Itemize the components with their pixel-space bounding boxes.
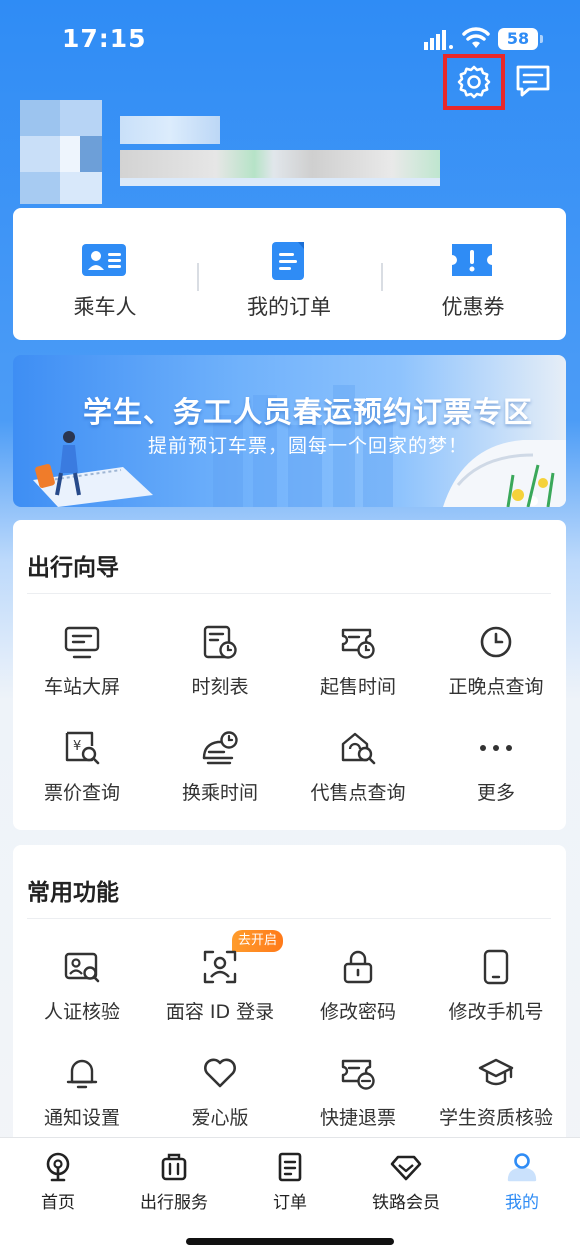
guide-item-agency-query[interactable]: 代售点查询 [289,730,427,826]
guide-item-label: 更多 [476,782,515,804]
function-item-quick-refund[interactable]: 快捷退票 [289,1055,427,1145]
travel-guide-section: 出行向导 车站大屏 时刻表 起售时间 正晚点查询 ¥ 票价查询 换乘时间 代售点… [13,520,566,830]
station-screen-icon [64,626,100,659]
divider [27,593,551,594]
home-indicator [186,1238,394,1245]
battery-indicator: 58 [498,28,543,50]
function-item-student-verify[interactable]: 学生资质核验 [427,1055,565,1145]
function-item-label: 爱心版 [191,1107,249,1129]
tab-label: 铁路会员 [372,1193,440,1213]
section-title: 出行向导 [27,555,119,581]
guide-item-station-screen[interactable]: 车站大屏 [13,624,151,720]
function-item-id-verify[interactable]: 人证核验 [13,949,151,1045]
function-item-label: 快捷退票 [319,1107,396,1129]
guide-item-label: 正晚点查询 [448,676,544,698]
tab-label: 订单 [273,1193,307,1213]
sale-time-icon [341,628,375,659]
quick-actions-card: 乘车人 我的订单 优惠券 [13,208,566,340]
passenger-button[interactable]: 乘车人 [13,208,197,340]
guide-item-delay-query[interactable]: 正晚点查询 [427,624,565,720]
banner-title: 学生、务工人员春运预约订票专区 [82,395,533,429]
refund-ticket-icon [341,1059,375,1090]
guide-item-label: 票价查询 [43,782,120,804]
agency-search-icon [341,732,376,765]
guide-item-timetable[interactable]: 时刻表 [151,624,289,720]
user-info-blurred [120,150,440,180]
home-train-icon [46,1152,70,1182]
tab-label: 出行服务 [140,1193,208,1213]
tab-travel-services[interactable]: 出行服务 [116,1138,232,1228]
heart-icon [204,1058,236,1088]
function-item-label: 修改手机号 [448,1001,544,1023]
guide-item-label: 车站大屏 [43,676,120,698]
phone-icon [483,949,509,985]
order-doc-icon [272,242,304,280]
divider [27,918,551,919]
lock-icon [343,950,373,984]
avatar[interactable] [20,100,102,204]
coupon-icon [452,244,492,276]
more-icon [480,745,512,751]
status-time: 17:15 [62,24,147,53]
banner-subtitle: 提前预订车票，圆每一个回家的梦！ [147,435,468,457]
username-blurred [120,116,220,144]
settings-button[interactable] [443,54,505,110]
fare-search-icon: ¥ [65,731,100,765]
tab-mine[interactable]: 我的 [464,1138,580,1228]
bell-icon [66,1059,98,1089]
tab-label: 我的 [505,1193,539,1213]
luggage-icon [161,1153,187,1181]
quick-action-label: 乘车人 [73,295,137,319]
function-item-label: 人证核验 [43,1001,120,1023]
message-button[interactable] [510,58,556,104]
face-id-icon [203,950,237,984]
function-item-face-id[interactable]: 面容 ID 登录 [151,949,289,1045]
tab-home[interactable]: 首页 [0,1138,116,1228]
guide-item-label: 时刻表 [191,676,249,698]
message-icon [516,65,550,97]
person-icon [507,1153,537,1182]
user-info-blurred-tail [120,178,440,186]
diamond-icon [390,1155,422,1181]
function-item-change-phone[interactable]: 修改手机号 [427,949,565,1045]
graduation-cap-icon [478,1058,514,1086]
transfer-time-icon [202,731,238,765]
clock-icon [480,626,512,658]
tab-railway-member[interactable]: 铁路会员 [348,1138,464,1228]
function-item-care-mode[interactable]: 爱心版 [151,1055,289,1145]
guide-item-sale-time[interactable]: 起售时间 [289,624,427,720]
guide-item-label: 起售时间 [319,676,396,698]
cellular-signal-icon [424,30,453,50]
order-icon [278,1152,302,1182]
guide-item-label: 换乘时间 [181,782,258,804]
passenger-card-icon [82,244,126,276]
guide-item-more[interactable]: 更多 [427,730,565,826]
tab-orders[interactable]: 订单 [232,1138,348,1228]
function-item-label: 修改密码 [319,1001,396,1023]
section-title: 常用功能 [27,880,119,906]
status-bar: 17:15 58 [0,0,580,60]
guide-item-fare-query[interactable]: ¥ 票价查询 [13,730,151,826]
function-item-label: 学生资质核验 [438,1107,553,1129]
coupons-button[interactable]: 优惠券 [381,208,565,340]
timetable-icon [203,625,237,659]
function-item-notifications[interactable]: 通知设置 [13,1055,151,1145]
tab-label: 首页 [41,1193,75,1213]
function-item-change-password[interactable]: 修改密码 [289,949,427,1045]
gear-icon [457,65,491,99]
function-item-label: 通知设置 [43,1107,120,1129]
spring-festival-banner[interactable]: 学生、务工人员春运预约订票专区 提前预订车票，圆每一个回家的梦！ [13,355,566,507]
function-item-label: 面容 ID 登录 [165,1001,275,1023]
id-verify-icon [64,952,100,983]
svg-text:¥: ¥ [73,739,81,754]
common-functions-section: 常用功能 去开启 人证核验 面容 ID 登录 修改密码 修改手机号 通知设置 爱… [13,845,566,1145]
wifi-icon [462,27,490,48]
guide-item-label: 代售点查询 [310,782,406,804]
quick-action-label: 优惠券 [441,295,505,319]
bottom-tab-bar: 首页 出行服务 订单 铁路会员 我的 [0,1137,580,1245]
user-profile[interactable] [20,100,450,210]
my-orders-button[interactable]: 我的订单 [197,208,381,340]
guide-item-transfer-time[interactable]: 换乘时间 [151,730,289,826]
quick-action-label: 我的订单 [247,295,331,319]
